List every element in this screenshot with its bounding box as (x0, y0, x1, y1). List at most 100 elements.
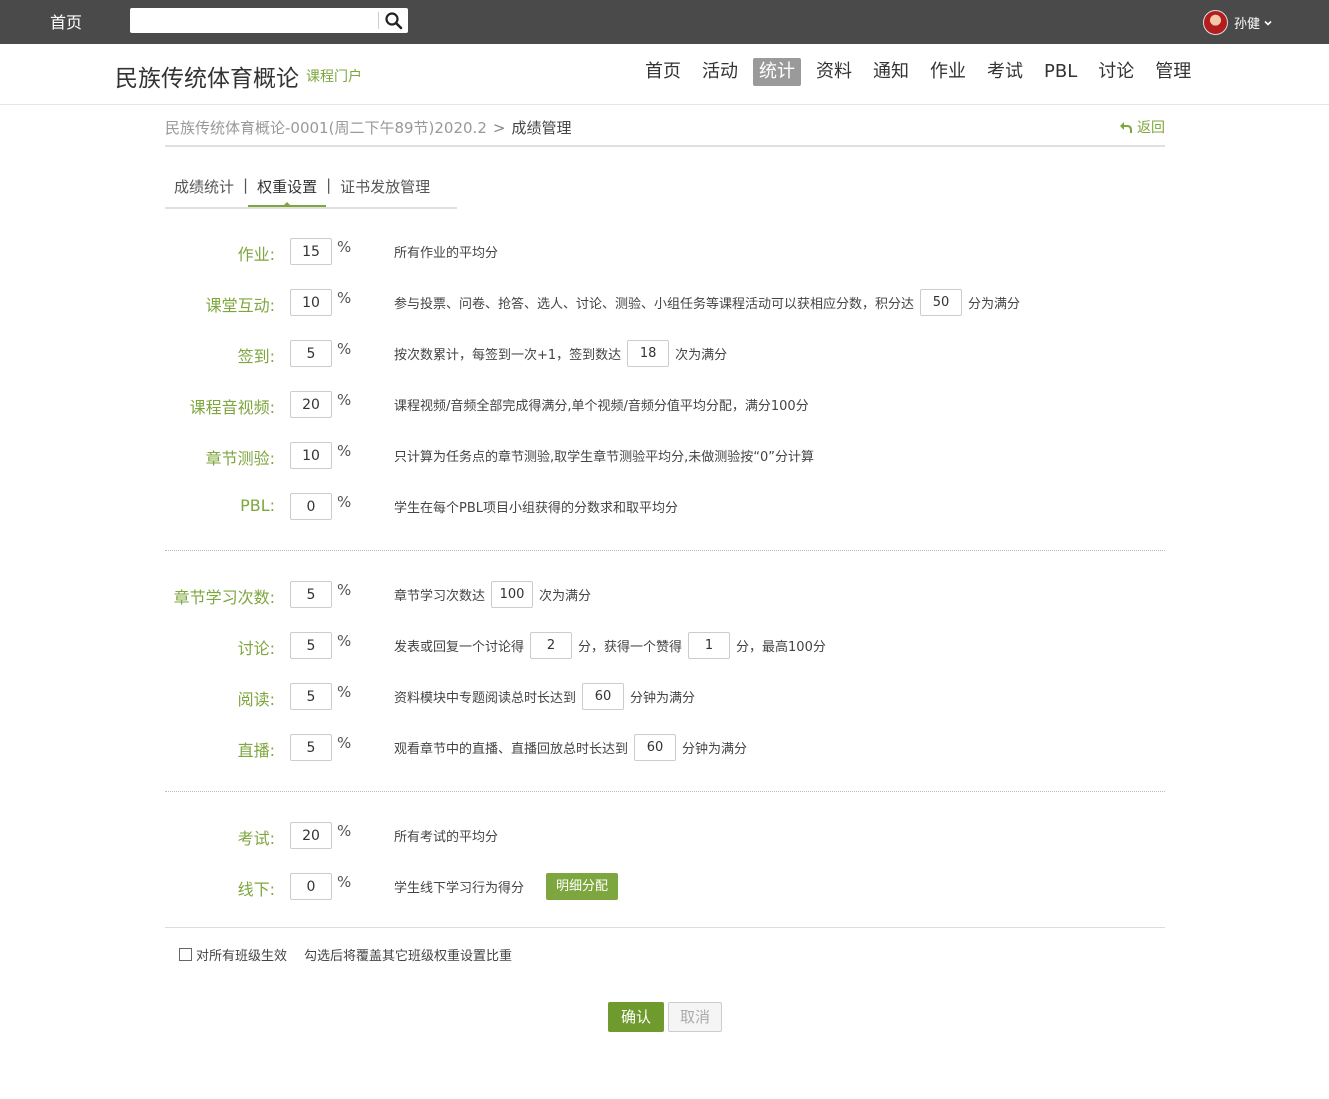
pbl-weight-input[interactable] (290, 493, 332, 520)
search-box (130, 8, 408, 33)
breadcrumb-parent[interactable]: 民族传统体育概论-0001(周二下午89节)2020.2 (165, 119, 487, 137)
chapter-weight-input[interactable] (290, 581, 332, 608)
desc-text: 只计算为任务点的章节测验,取学生章节测验平均分,未做测验按“0”分计算 (394, 450, 815, 465)
percent-sign: % (337, 238, 352, 256)
breadcrumb-current: 成绩管理 (511, 119, 572, 137)
offline-weight-input[interactable] (290, 873, 332, 900)
top-bar: 首页 孙健 (0, 0, 1329, 44)
nav-pbl[interactable]: PBL (1038, 58, 1083, 86)
weight-row-pbl: PBL: % 学生在每个PBL项目小组获得的分数求和取平均分 (165, 493, 1165, 523)
row-description: 学生线下学习行为得分 明细分配 (394, 873, 619, 900)
desc-text: 章节学习次数达 (394, 589, 486, 604)
row-label: 课程音视频: (189, 398, 275, 417)
desc-text: 所有考试的平均分 (394, 830, 499, 845)
desc-text: 分，获得一个赞得 (578, 640, 683, 655)
apply-all-checkbox[interactable] (179, 948, 192, 961)
row-label: 线下: (237, 880, 275, 899)
percent-sign: % (337, 442, 352, 460)
weight-row-live: 直播: % 观看章节中的直播、直播回放总时长达到 分钟为满分 (165, 734, 1165, 764)
cancel-button[interactable]: 取消 (668, 1002, 722, 1032)
search-icon (385, 12, 403, 30)
row-description: 资料模块中专题阅读总时长达到 分钟为满分 (394, 683, 695, 710)
back-button[interactable]: 返回 (1119, 117, 1165, 137)
reading-weight-input[interactable] (290, 683, 332, 710)
discussion-weight-input[interactable] (290, 632, 332, 659)
desc-text: 观看章节中的直播、直播回放总时长达到 (394, 742, 629, 757)
row-description: 发表或回复一个讨论得 分，获得一个赞得 分，最高100分 (394, 632, 826, 659)
signin-count-input[interactable] (627, 340, 670, 367)
desc-text: 参与投票、问卷、抢答、选人、讨论、测验、小组任务等课程活动可以获相应分数，积分达 (394, 297, 915, 312)
breadcrumb-path: 民族传统体育概论-0001(周二下午89节)2020.2 > 成绩管理 (165, 117, 571, 138)
row-description: 所有作业的平均分 (394, 238, 498, 265)
course-nav: 首页 活动 统计 资料 通知 作业 考试 PBL 讨论 管理 (639, 58, 1206, 86)
back-arrow-icon (1120, 122, 1132, 133)
tab-certificate-management[interactable]: 证书发放管理 (331, 172, 439, 207)
desc-text: 分为满分 (968, 297, 1021, 312)
weight-row-interaction: 课堂互动: % 参与投票、问卷、抢答、选人、讨论、测验、小组任务等课程活动可以获… (165, 289, 1165, 319)
percent-sign: % (337, 340, 352, 358)
row-label: 作业: (237, 245, 275, 264)
apply-all-note: 勾选后将覆盖其它班级权重设置比重 (304, 949, 513, 964)
video-weight-input[interactable] (290, 391, 332, 418)
percent-sign: % (337, 289, 352, 307)
weight-row-homework: 作业: % 所有作业的平均分 (165, 238, 1165, 268)
nav-homework[interactable]: 作业 (924, 58, 972, 86)
desc-text: 按次数累计，每签到一次+1，签到数达 (394, 348, 622, 363)
homework-weight-input[interactable] (290, 238, 332, 265)
course-title[interactable]: 民族传统体育概论 (115, 59, 299, 93)
search-button[interactable] (382, 9, 406, 32)
nav-discussion[interactable]: 讨论 (1092, 58, 1140, 86)
weight-row-exam: 考试: % 所有考试的平均分 (165, 822, 1165, 852)
apply-all-label[interactable]: 对所有班级生效 (196, 945, 287, 964)
nav-statistics[interactable]: 统计 (753, 58, 801, 86)
course-portal-link[interactable]: 课程门户 (306, 66, 362, 86)
user-menu[interactable]: 孙健 (1203, 10, 1273, 35)
back-label: 返回 (1137, 120, 1165, 136)
percent-sign: % (337, 581, 352, 599)
reading-minutes-input[interactable] (582, 683, 625, 710)
row-label: 章节测验: (205, 449, 275, 468)
nav-exam[interactable]: 考试 (981, 58, 1029, 86)
desc-text: 学生线下学习行为得分 (394, 881, 525, 896)
desc-text: 次为满分 (675, 348, 728, 363)
interaction-full-score-input[interactable] (920, 289, 963, 316)
nav-materials[interactable]: 资料 (810, 58, 858, 86)
row-label: 阅读: (237, 690, 275, 709)
chevron-down-icon (1264, 20, 1272, 26)
top-home-link[interactable]: 首页 (50, 9, 82, 33)
confirm-button[interactable]: 确认 (608, 1002, 664, 1032)
search-input[interactable] (130, 8, 378, 33)
signin-weight-input[interactable] (290, 340, 332, 367)
percent-sign: % (337, 734, 352, 752)
exam-weight-input[interactable] (290, 822, 332, 849)
nav-manage[interactable]: 管理 (1149, 58, 1197, 86)
nav-notices[interactable]: 通知 (867, 58, 915, 86)
tab-weight-settings[interactable]: 权重设置 (248, 172, 327, 207)
detail-allocation-button[interactable]: 明细分配 (546, 873, 619, 900)
live-weight-input[interactable] (290, 734, 332, 761)
percent-sign: % (337, 683, 352, 701)
tab-grade-statistics[interactable]: 成绩统计 (165, 172, 243, 207)
percent-sign: % (337, 391, 352, 409)
row-label: 签到: (237, 347, 275, 366)
percent-sign: % (337, 822, 352, 840)
discussion-post-score-input[interactable] (530, 632, 573, 659)
desc-text: 分，最高100分 (736, 640, 826, 655)
row-description: 按次数累计，每签到一次+1，签到数达 次为满分 (394, 340, 727, 367)
desc-text: 所有作业的平均分 (394, 246, 499, 261)
breadcrumb-separator: > (492, 119, 506, 137)
live-minutes-input[interactable] (634, 734, 677, 761)
discussion-like-score-input[interactable] (688, 632, 731, 659)
section-divider (165, 550, 1165, 551)
desc-text: 分钟为满分 (630, 691, 696, 706)
nav-home[interactable]: 首页 (639, 58, 687, 86)
interaction-weight-input[interactable] (290, 289, 332, 316)
weight-row-signin: 签到: % 按次数累计，每签到一次+1，签到数达 次为满分 (165, 340, 1165, 370)
chapter-count-input[interactable] (491, 581, 534, 608)
row-description: 章节学习次数达 次为满分 (394, 581, 591, 608)
nav-activity[interactable]: 活动 (696, 58, 744, 86)
row-label: PBL: (240, 496, 275, 515)
row-description: 课程视频/音频全部完成得满分,单个视频/音频分值平均分配，满分100分 (394, 391, 809, 418)
row-description: 只计算为任务点的章节测验,取学生章节测验平均分,未做测验按“0”分计算 (394, 442, 814, 469)
quiz-weight-input[interactable] (290, 442, 332, 469)
